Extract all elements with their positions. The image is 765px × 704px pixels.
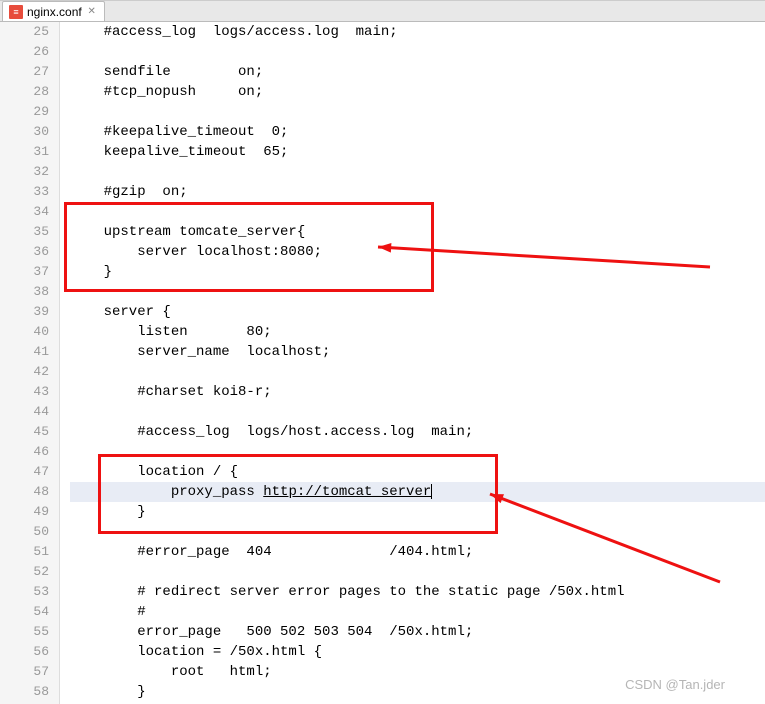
code-line: # redirect server error pages to the sta… <box>70 582 765 602</box>
line-number: 58 <box>0 682 49 702</box>
code-line: #charset koi8-r; <box>70 382 765 402</box>
line-number: 29 <box>0 102 49 122</box>
line-number: 44 <box>0 402 49 422</box>
code-line <box>70 402 765 422</box>
code-line: server { <box>70 302 765 322</box>
line-number: 43 <box>0 382 49 402</box>
line-number: 45 <box>0 422 49 442</box>
code-line: listen 80; <box>70 322 765 342</box>
code-line: location / { <box>70 462 765 482</box>
line-number: 35 <box>0 222 49 242</box>
code-line <box>70 562 765 582</box>
line-number: 46 <box>0 442 49 462</box>
line-number: 50 <box>0 522 49 542</box>
code-line: #access_log logs/access.log main; <box>70 22 765 42</box>
line-number: 51 <box>0 542 49 562</box>
code-line <box>70 42 765 62</box>
code-line: sendfile on; <box>70 62 765 82</box>
line-number: 52 <box>0 562 49 582</box>
line-number: 54 <box>0 602 49 622</box>
code-area[interactable]: #access_log logs/access.log main; sendfi… <box>60 22 765 704</box>
code-line: location = /50x.html { <box>70 642 765 662</box>
close-icon[interactable]: ✕ <box>86 6 98 18</box>
line-number: 47 <box>0 462 49 482</box>
code-line: } <box>70 682 765 702</box>
line-number: 56 <box>0 642 49 662</box>
code-line: upstream tomcate_server{ <box>70 222 765 242</box>
code-line <box>70 162 765 182</box>
line-number: 26 <box>0 42 49 62</box>
line-number: 42 <box>0 362 49 382</box>
proxy-url: http://tomcat_server <box>263 484 431 500</box>
tab-bar: ≡ nginx.conf ✕ <box>0 0 765 22</box>
line-number: 37 <box>0 262 49 282</box>
code-line: #keepalive_timeout 0; <box>70 122 765 142</box>
code-line: #access_log logs/host.access.log main; <box>70 422 765 442</box>
line-number-gutter: 2526272829303132333435363738394041424344… <box>0 22 60 704</box>
file-tab[interactable]: ≡ nginx.conf ✕ <box>2 1 105 21</box>
line-number: 57 <box>0 662 49 682</box>
editor: 2526272829303132333435363738394041424344… <box>0 22 765 704</box>
line-number: 36 <box>0 242 49 262</box>
code-line <box>70 282 765 302</box>
code-line <box>70 522 765 542</box>
line-number: 25 <box>0 22 49 42</box>
line-number: 32 <box>0 162 49 182</box>
code-line <box>70 362 765 382</box>
code-line: #gzip on; <box>70 182 765 202</box>
code-line: server localhost:8080; <box>70 242 765 262</box>
code-line: } <box>70 262 765 282</box>
line-number: 40 <box>0 322 49 342</box>
code-line: #error_page 404 /404.html; <box>70 542 765 562</box>
line-number: 30 <box>0 122 49 142</box>
code-line: root html; <box>70 662 765 682</box>
line-number: 49 <box>0 502 49 522</box>
code-line: server_name localhost; <box>70 342 765 362</box>
code-line: proxy_pass http://tomcat_server <box>70 482 765 502</box>
line-number: 33 <box>0 182 49 202</box>
file-icon: ≡ <box>9 5 23 19</box>
line-number: 41 <box>0 342 49 362</box>
line-number: 53 <box>0 582 49 602</box>
code-line <box>70 442 765 462</box>
code-line: keepalive_timeout 65; <box>70 142 765 162</box>
tab-filename: nginx.conf <box>27 5 82 19</box>
code-line: #tcp_nopush on; <box>70 82 765 102</box>
text-cursor <box>431 484 432 499</box>
line-number: 27 <box>0 62 49 82</box>
code-line: # <box>70 602 765 622</box>
code-line: } <box>70 502 765 522</box>
line-number: 31 <box>0 142 49 162</box>
code-line <box>70 202 765 222</box>
line-number: 38 <box>0 282 49 302</box>
line-number: 48 <box>0 482 49 502</box>
line-number: 28 <box>0 82 49 102</box>
line-number: 34 <box>0 202 49 222</box>
code-line: error_page 500 502 503 504 /50x.html; <box>70 622 765 642</box>
line-number: 39 <box>0 302 49 322</box>
code-line <box>70 102 765 122</box>
line-number: 55 <box>0 622 49 642</box>
